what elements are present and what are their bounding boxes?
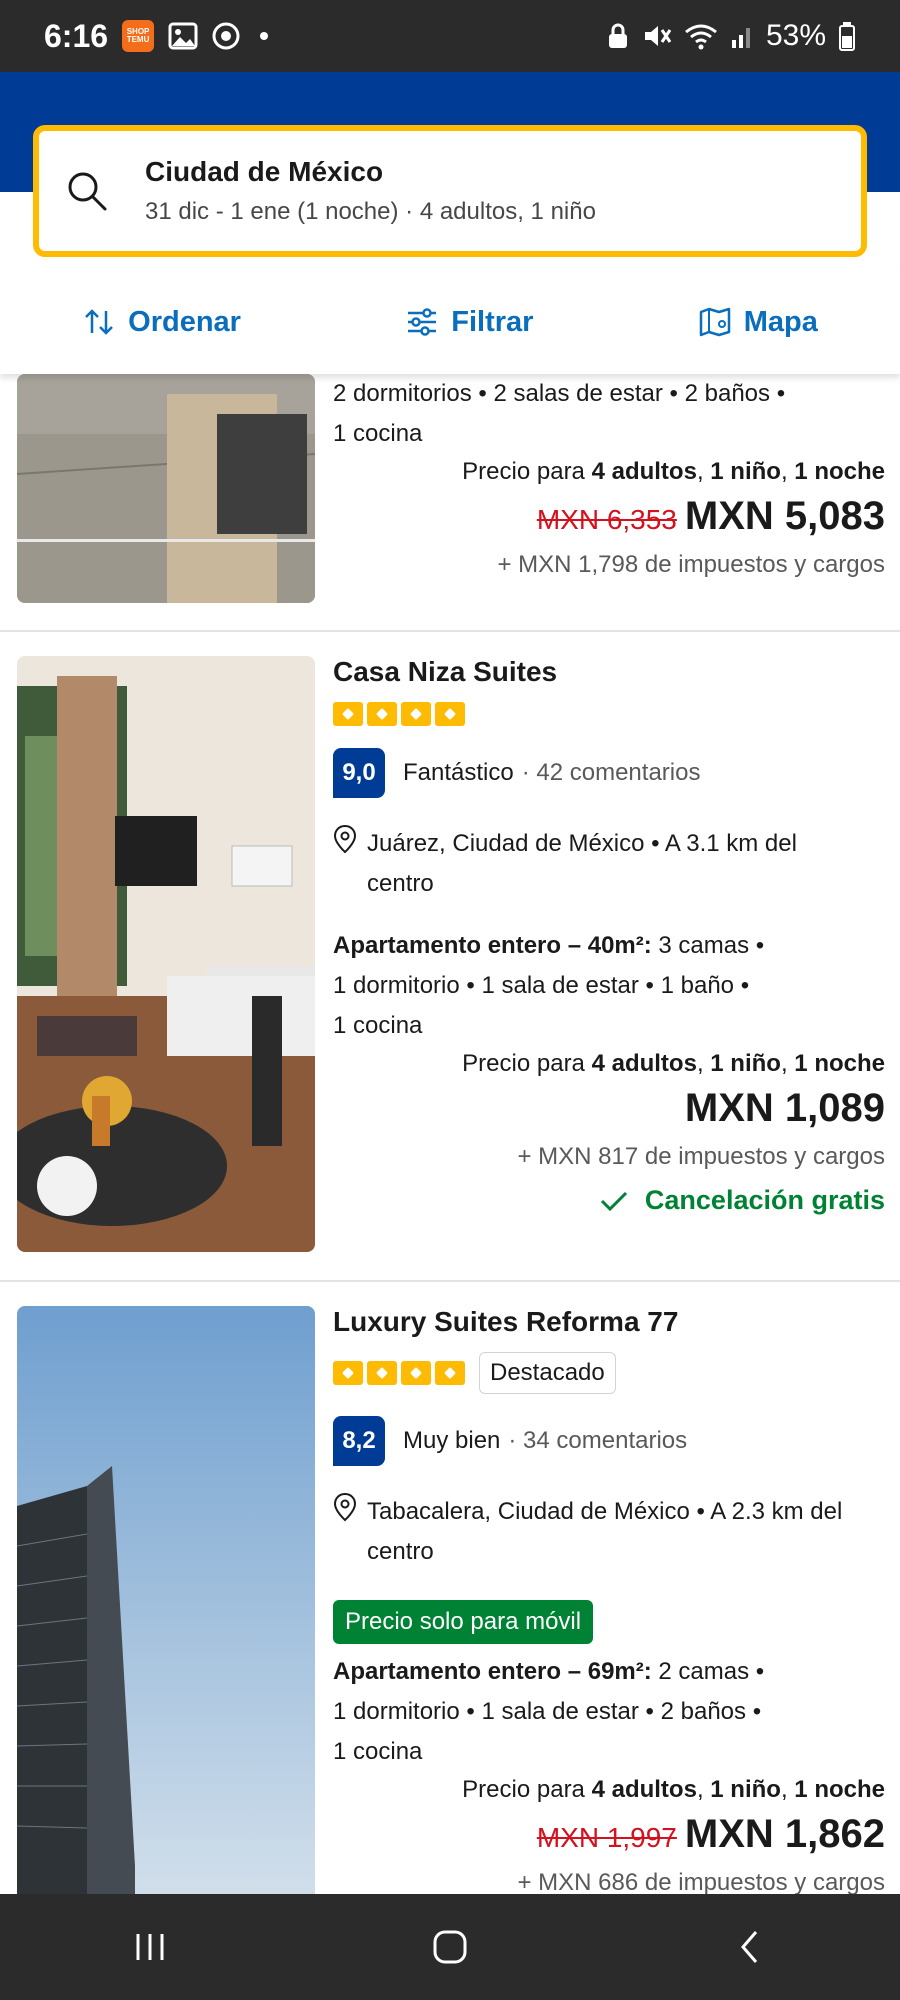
system-nav-bar — [0, 1894, 900, 2000]
star-icon — [401, 1361, 431, 1385]
signal-icon — [730, 22, 754, 50]
current-price: MXN 1,862 — [684, 1812, 885, 1856]
location-text: Tabacalera, Ciudad de México • A 2.3 km … — [367, 1498, 843, 1525]
star-icon — [333, 1361, 363, 1385]
review-word: Muy bien — [403, 1427, 501, 1454]
taxes-text: + MXN 1,798 de impuestos y cargos — [497, 551, 885, 578]
location-pin-icon — [333, 1492, 357, 1522]
results-toolbar: Ordenar Filtrar Mapa — [0, 270, 900, 374]
price-row: MXN 6,353 MXN 5,083 — [333, 494, 885, 539]
sort-button[interactable]: Ordenar — [82, 305, 241, 339]
home-button[interactable] — [420, 1917, 480, 1977]
taxes-text: + MXN 817 de impuestos y cargos — [517, 1143, 885, 1170]
property-photo[interactable] — [17, 1306, 315, 1894]
property-card[interactable]: Luxury Suites Reforma 77 Destacado 8,2 M… — [0, 1282, 900, 1894]
star-icon — [401, 702, 431, 726]
unit-description-line3: 1 cocina — [333, 1012, 423, 1039]
star-rating — [333, 702, 885, 726]
property-name[interactable]: Casa Niza Suites — [333, 656, 885, 688]
location-row: Tabacalera, Ciudad de México • A 2.3 km … — [333, 1492, 885, 1572]
sort-label: Ordenar — [128, 305, 241, 338]
featured-badge: Destacado — [479, 1352, 616, 1394]
recent-apps-button[interactable] — [120, 1917, 180, 1977]
price-for: Precio para 4 adultos, 1 niño, 1 noche — [462, 1050, 885, 1077]
review-count: · 34 comentarios — [508, 1427, 688, 1454]
star-icon — [367, 1361, 397, 1385]
gallery-icon — [168, 22, 198, 50]
property-card[interactable]: 2 dormitorios • 2 salas de estar • 2 bañ… — [0, 374, 900, 630]
review-row: 9,0 Fantástico · 42 comentarios — [333, 748, 885, 798]
price-row: MXN 1,089 — [333, 1086, 885, 1131]
lock-icon — [606, 22, 630, 50]
original-price: MXN 1,997 — [536, 1822, 677, 1853]
property-name[interactable]: Luxury Suites Reforma 77 — [333, 1306, 885, 1338]
location-text: Juárez, Ciudad de México • A 3.1 km del — [367, 830, 797, 857]
chrome-icon — [212, 22, 240, 50]
status-time: 6:16 — [44, 17, 109, 54]
review-count: · 42 comentarios — [521, 759, 701, 786]
price-for: Precio para 4 adultos, 1 niño, 1 noche — [462, 458, 885, 485]
search-icon — [68, 172, 107, 211]
back-button[interactable] — [720, 1917, 780, 1977]
search-details: 31 dic - 1 ene (1 noche) · 4 adultos, 1 … — [145, 198, 596, 225]
star-icon — [367, 702, 397, 726]
review-score: 9,0 — [333, 748, 385, 798]
mobile-price-badge: Precio solo para móvil — [333, 1600, 594, 1644]
sort-icon — [85, 309, 114, 335]
unit-description-line2: 1 dormitorio • 1 sala de estar • 2 baños… — [333, 1698, 762, 1725]
battery-icon — [838, 21, 856, 51]
taxes-text: + MXN 686 de impuestos y cargos — [517, 1869, 885, 1894]
home-icon — [433, 1930, 467, 1964]
star-icon — [333, 702, 363, 726]
unit-description-line2: 1 cocina — [333, 420, 423, 447]
unit-description: 2 dormitorios • 2 salas de estar • 2 bañ… — [333, 380, 786, 407]
star-icon — [435, 1361, 465, 1385]
free-cancellation: Cancelación gratis — [333, 1185, 885, 1216]
map-icon — [699, 307, 730, 337]
map-label: Mapa — [743, 305, 818, 338]
map-button[interactable]: Mapa — [698, 305, 818, 339]
original-price: MXN 6,353 — [536, 504, 677, 535]
unit-description-line2: 1 dormitorio • 1 sala de estar • 1 baño … — [333, 972, 750, 999]
current-price: MXN 1,089 — [684, 1086, 885, 1130]
mute-icon — [642, 22, 672, 50]
filter-button[interactable]: Filtrar — [405, 305, 533, 339]
temu-app-icon: SHOP TEMU — [122, 20, 155, 52]
price-for: Precio para 4 adultos, 1 niño, 1 noche — [462, 1776, 885, 1803]
property-card[interactable]: Casa Niza Suites 9,0 Fantástico · 42 com… — [0, 632, 900, 1280]
recent-apps-icon — [136, 1934, 164, 1960]
battery-percent: 53% — [765, 19, 826, 52]
unit-description-line3: 1 cocina — [333, 1738, 423, 1765]
review-word: Fantástico — [403, 759, 514, 786]
notification-dot — [260, 32, 269, 40]
location-pin-icon — [333, 824, 357, 854]
unit-description: Apartamento entero – 69m²: 2 camas • — [333, 1658, 765, 1685]
star-rating: Destacado — [333, 1352, 885, 1394]
location-text-line2: centro — [367, 1538, 434, 1565]
status-bar: 6:16 SHOP TEMU 53% — [0, 0, 900, 72]
back-icon — [741, 1931, 758, 1963]
review-row: 8,2 Muy bien · 34 comentarios — [333, 1416, 885, 1466]
wifi-icon — [684, 22, 718, 50]
check-icon — [600, 1191, 627, 1211]
location-text-line2: centro — [367, 870, 434, 897]
unit-description: Apartamento entero – 40m²: 3 camas • — [333, 932, 765, 959]
price-row: MXN 1,997 MXN 1,862 — [333, 1812, 885, 1857]
location-row: Juárez, Ciudad de México • A 3.1 km del … — [333, 824, 885, 904]
search-summary-box[interactable]: Ciudad de México 31 dic - 1 ene (1 noche… — [33, 125, 867, 257]
search-destination: Ciudad de México — [145, 156, 384, 187]
current-price: MXN 5,083 — [684, 494, 885, 538]
results-list: 2 dormitorios • 2 salas de estar • 2 bañ… — [0, 374, 900, 1894]
filter-icon — [408, 308, 437, 336]
filter-label: Filtrar — [451, 305, 534, 338]
free-cancellation-label: Cancelación gratis — [644, 1185, 885, 1215]
property-photo[interactable] — [17, 656, 315, 1252]
star-icon — [435, 702, 465, 726]
property-photo[interactable] — [17, 374, 315, 603]
review-score: 8,2 — [333, 1416, 385, 1466]
